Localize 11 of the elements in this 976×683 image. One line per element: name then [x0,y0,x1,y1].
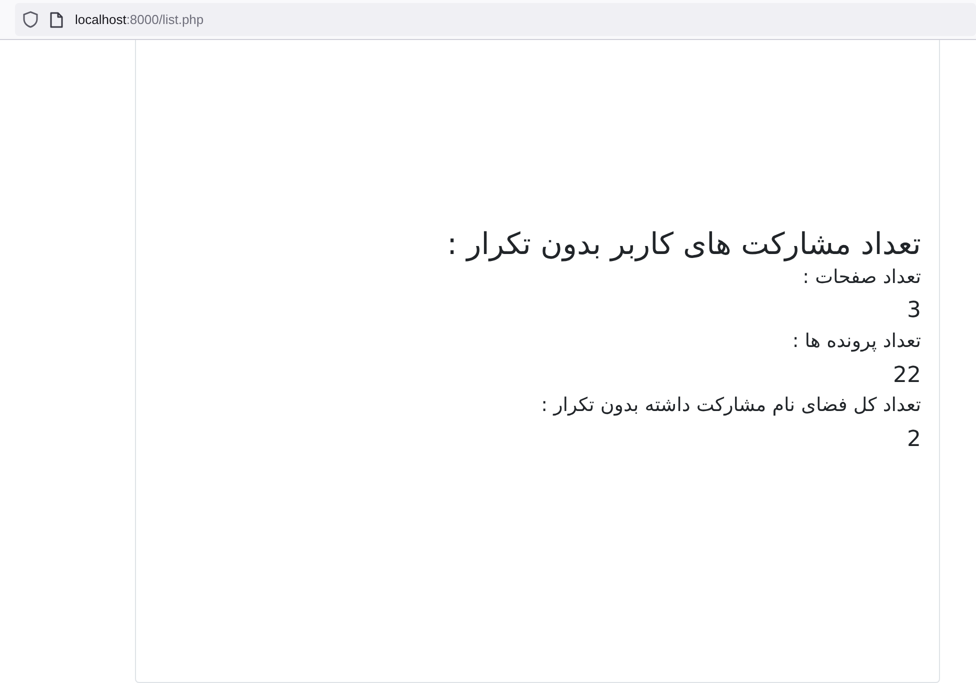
stat-value: 3 [907,297,921,325]
url-text: localhost:8000/list.php [75,10,204,29]
stat-label: تعداد پرونده ها : [792,328,921,354]
address-bar[interactable]: localhost:8000/list.php [15,3,976,36]
stat-value: 22 [893,362,921,390]
stat-label: تعداد صفحات : [802,264,921,290]
page-icon [50,12,63,28]
stat-value: 2 [907,426,921,454]
shield-icon[interactable] [23,11,38,28]
stat-label: تعداد کل فضای نام مشارکت داشته بدون تکرار : [541,393,921,418]
page-heading: تعداد مشارکت های کاربر بدون تکرار : [447,226,921,263]
